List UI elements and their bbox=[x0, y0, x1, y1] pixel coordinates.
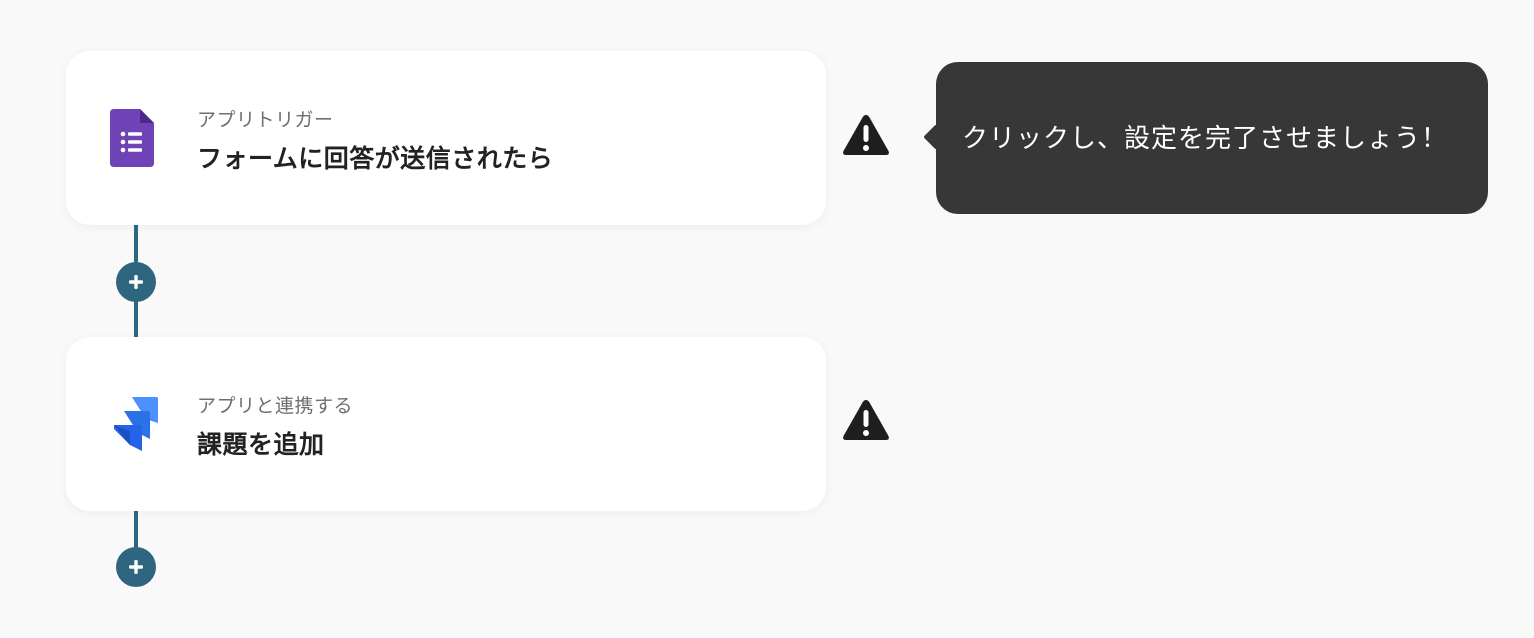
flow-step-trigger[interactable]: アプリトリガー フォームに回答が送信されたら bbox=[66, 51, 826, 225]
step-title: 課題を追加 bbox=[197, 430, 325, 459]
plus-icon bbox=[129, 275, 143, 289]
google-forms-icon bbox=[110, 109, 164, 169]
add-step-button[interactable] bbox=[116, 547, 156, 587]
jira-icon bbox=[110, 395, 164, 455]
tooltip-text: クリックし、設定を完了させましょう！ bbox=[962, 124, 1449, 154]
warning-icon[interactable] bbox=[841, 397, 891, 443]
setup-tooltip: クリックし、設定を完了させましょう！ bbox=[936, 62, 1488, 214]
step-subtitle: アプリと連携する bbox=[197, 395, 354, 417]
step-title: フォームに回答が送信されたら bbox=[197, 144, 554, 173]
plus-icon bbox=[129, 560, 143, 574]
add-step-button[interactable] bbox=[116, 262, 156, 302]
flow-step-action[interactable]: アプリと連携する 課題を追加 bbox=[66, 337, 826, 511]
step-subtitle: アプリトリガー bbox=[197, 109, 334, 131]
warning-icon[interactable] bbox=[841, 112, 891, 158]
flow-connector bbox=[134, 510, 138, 550]
